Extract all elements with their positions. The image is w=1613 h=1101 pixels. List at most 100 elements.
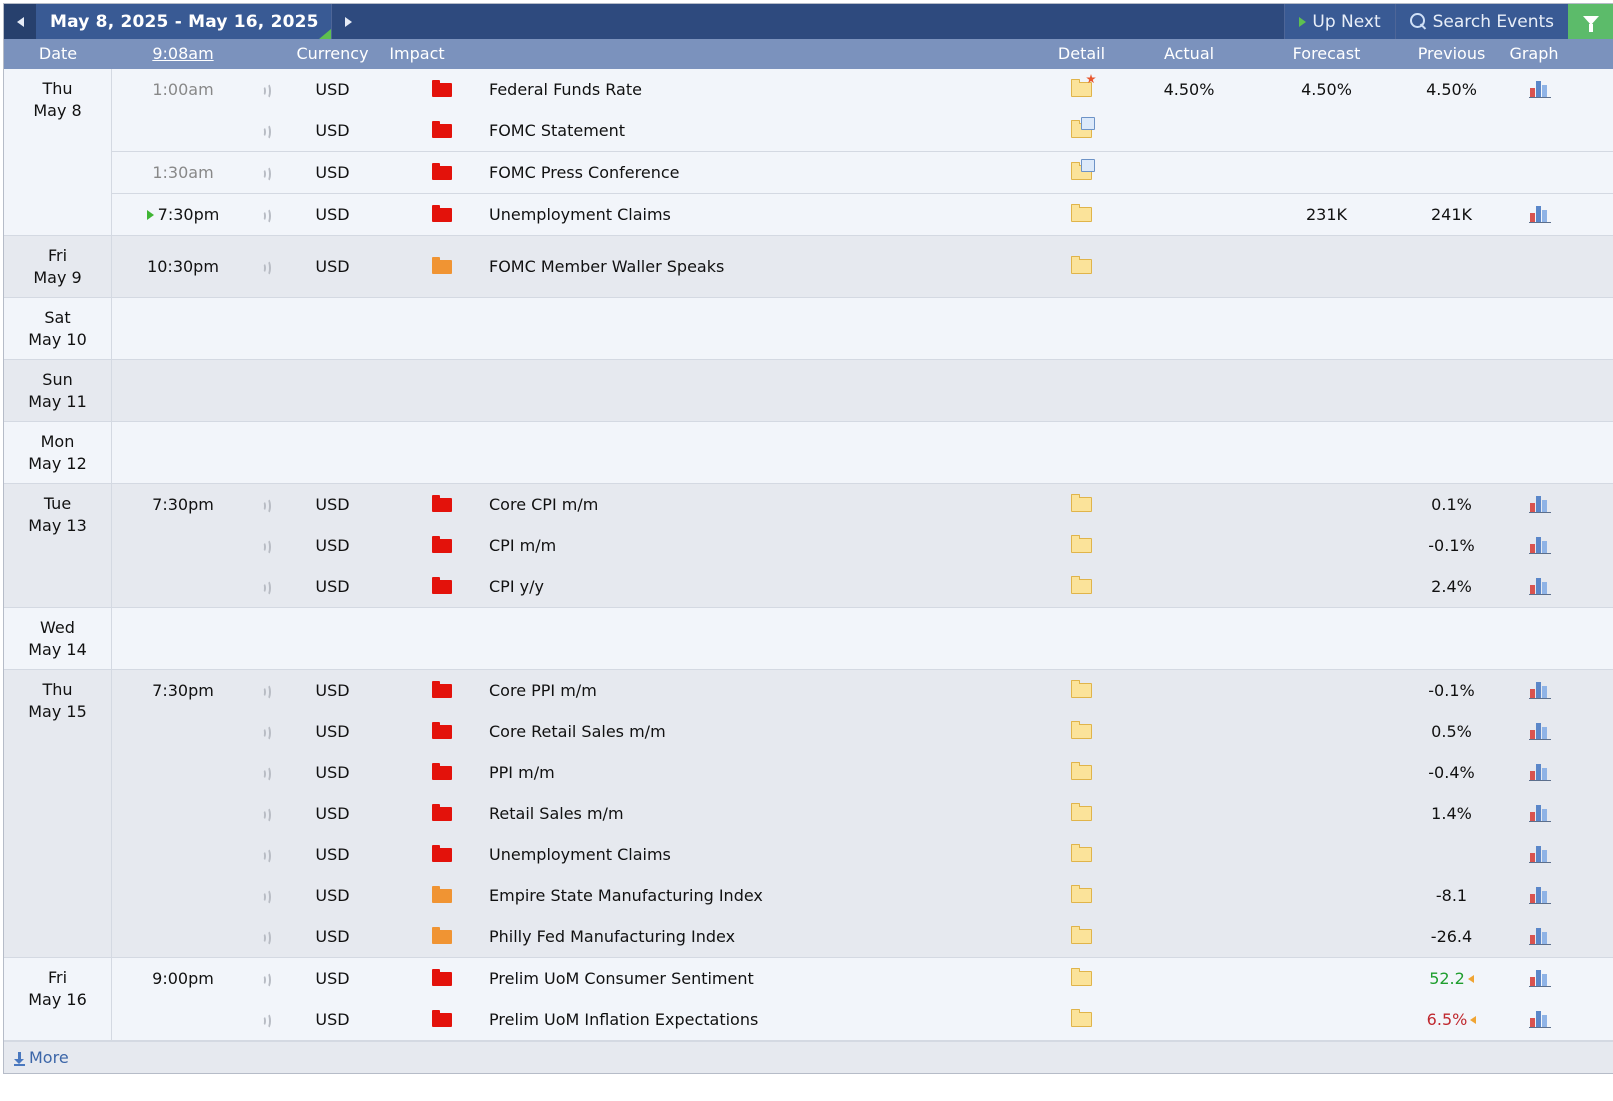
- event-graph[interactable]: [1514, 916, 1565, 957]
- bar-chart-icon[interactable]: [1528, 928, 1551, 945]
- event-alert[interactable]: [254, 525, 278, 566]
- event-graph[interactable]: [1514, 670, 1565, 711]
- event-row[interactable]: 7:30pm USD Core PPI m/m -0.1%: [112, 670, 1613, 711]
- event-title[interactable]: Unemployment Claims: [489, 194, 1049, 235]
- event-row[interactable]: USD Empire State Manufacturing Index -8.1: [112, 875, 1613, 916]
- folder-icon[interactable]: [1071, 680, 1092, 698]
- sound-icon[interactable]: [261, 1012, 271, 1029]
- folder-icon[interactable]: [1071, 204, 1092, 222]
- event-alert[interactable]: [254, 958, 278, 999]
- folder-icon[interactable]: [1071, 968, 1092, 986]
- next-week-button[interactable]: [331, 4, 364, 39]
- event-alert[interactable]: [254, 711, 278, 752]
- bar-chart-icon[interactable]: [1528, 1011, 1551, 1028]
- event-detail[interactable]: [1049, 236, 1114, 297]
- event-title[interactable]: Federal Funds Rate: [489, 69, 1049, 110]
- event-title[interactable]: PPI m/m: [489, 752, 1049, 793]
- event-detail[interactable]: [1049, 69, 1114, 110]
- event-detail[interactable]: [1049, 916, 1114, 957]
- event-graph[interactable]: [1514, 566, 1565, 607]
- event-title[interactable]: Core CPI m/m: [489, 484, 1049, 525]
- event-graph[interactable]: [1514, 69, 1565, 110]
- event-row[interactable]: 7:30pm USD Unemployment Claims 231K 241K: [112, 193, 1613, 235]
- event-detail[interactable]: [1049, 999, 1114, 1040]
- event-graph[interactable]: [1514, 958, 1565, 999]
- sound-icon[interactable]: [261, 971, 271, 988]
- date-range-selector[interactable]: May 8, 2025 - May 16, 2025: [36, 4, 331, 39]
- bar-chart-icon[interactable]: [1528, 805, 1551, 822]
- event-graph[interactable]: [1514, 834, 1565, 875]
- bar-chart-icon[interactable]: [1528, 81, 1551, 98]
- event-detail[interactable]: [1049, 670, 1114, 711]
- event-alert[interactable]: [254, 152, 278, 193]
- event-title[interactable]: CPI m/m: [489, 525, 1049, 566]
- event-graph[interactable]: [1514, 525, 1565, 566]
- event-alert[interactable]: [254, 875, 278, 916]
- event-alert[interactable]: [254, 566, 278, 607]
- folder-icon[interactable]: [1071, 803, 1092, 821]
- sound-icon[interactable]: [261, 765, 271, 782]
- folder-icon[interactable]: [1071, 762, 1092, 780]
- event-row[interactable]: 7:30pm USD Core CPI m/m 0.1%: [112, 484, 1613, 525]
- bar-chart-icon[interactable]: [1528, 846, 1551, 863]
- folder-icon[interactable]: [1071, 926, 1092, 944]
- event-graph[interactable]: [1514, 194, 1565, 235]
- bar-chart-icon[interactable]: [1528, 723, 1551, 740]
- event-row[interactable]: USD PPI m/m -0.4%: [112, 752, 1613, 793]
- event-title[interactable]: Prelim UoM Consumer Sentiment: [489, 958, 1049, 999]
- bar-chart-icon[interactable]: [1528, 496, 1551, 513]
- event-title[interactable]: Core PPI m/m: [489, 670, 1049, 711]
- event-alert[interactable]: [254, 69, 278, 110]
- event-detail[interactable]: [1049, 484, 1114, 525]
- event-row[interactable]: USD CPI m/m -0.1%: [112, 525, 1613, 566]
- event-detail[interactable]: [1049, 834, 1114, 875]
- current-time-link[interactable]: 9:08am: [152, 44, 213, 63]
- filter-button[interactable]: [1568, 4, 1613, 39]
- up-next-button[interactable]: Up Next: [1284, 4, 1395, 39]
- event-detail[interactable]: [1049, 525, 1114, 566]
- event-graph[interactable]: [1514, 999, 1565, 1040]
- event-title[interactable]: Retail Sales m/m: [489, 793, 1049, 834]
- event-alert[interactable]: [254, 793, 278, 834]
- event-graph[interactable]: [1514, 711, 1565, 752]
- bar-chart-icon[interactable]: [1528, 970, 1551, 987]
- folder-icon[interactable]: [1071, 1009, 1092, 1027]
- folder-icon[interactable]: [1071, 535, 1092, 553]
- event-detail[interactable]: [1049, 793, 1114, 834]
- event-alert[interactable]: [254, 670, 278, 711]
- event-title[interactable]: FOMC Press Conference: [489, 152, 1049, 193]
- event-detail[interactable]: [1049, 194, 1114, 235]
- bar-chart-icon[interactable]: [1528, 682, 1551, 699]
- event-detail[interactable]: [1049, 958, 1114, 999]
- event-detail[interactable]: [1049, 566, 1114, 607]
- folder-icon[interactable]: [1071, 721, 1092, 739]
- prev-week-button[interactable]: [4, 4, 36, 39]
- folder-doc-icon[interactable]: [1071, 117, 1095, 138]
- event-row[interactable]: USD Philly Fed Manufacturing Index -26.4: [112, 916, 1613, 957]
- event-alert[interactable]: [254, 484, 278, 525]
- folder-icon[interactable]: [1071, 256, 1092, 274]
- folder-star-icon[interactable]: [1071, 74, 1096, 97]
- event-title[interactable]: Prelim UoM Inflation Expectations: [489, 999, 1049, 1040]
- more-link[interactable]: More: [4, 1041, 1613, 1074]
- sound-icon[interactable]: [261, 207, 271, 224]
- event-title[interactable]: Unemployment Claims: [489, 834, 1049, 875]
- event-title[interactable]: CPI y/y: [489, 566, 1049, 607]
- event-row[interactable]: 1:00am USD Federal Funds Rate 4.50% 4.50% 4.5…: [112, 69, 1613, 110]
- sound-icon[interactable]: [261, 579, 271, 596]
- event-row[interactable]: USD Unemployment Claims: [112, 834, 1613, 875]
- sound-icon[interactable]: [261, 888, 271, 905]
- event-title[interactable]: Core Retail Sales m/m: [489, 711, 1049, 752]
- bar-chart-icon[interactable]: [1528, 887, 1551, 904]
- event-graph[interactable]: [1514, 752, 1565, 793]
- event-row[interactable]: USD CPI y/y 2.4%: [112, 566, 1613, 607]
- event-row[interactable]: 10:30pm USD FOMC Member Waller Speaks: [112, 236, 1613, 297]
- bar-chart-icon[interactable]: [1528, 537, 1551, 554]
- sound-icon[interactable]: [261, 683, 271, 700]
- event-detail[interactable]: [1049, 711, 1114, 752]
- bar-chart-icon[interactable]: [1528, 206, 1551, 223]
- sound-icon[interactable]: [261, 724, 271, 741]
- folder-icon[interactable]: [1071, 844, 1092, 862]
- event-row[interactable]: USD Retail Sales m/m 1.4%: [112, 793, 1613, 834]
- sound-icon[interactable]: [261, 259, 271, 276]
